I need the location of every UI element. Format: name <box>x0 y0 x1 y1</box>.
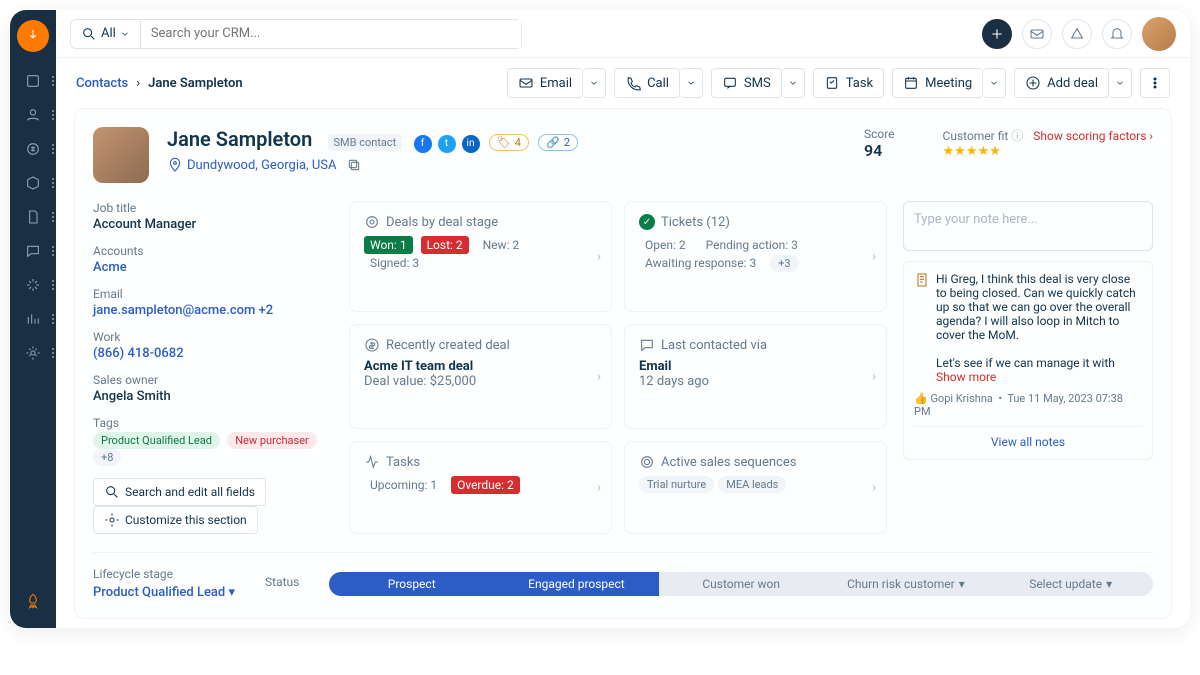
email-more[interactable]: +2 <box>259 303 274 318</box>
topbar-bell-button[interactable] <box>1102 19 1132 49</box>
global-search: All <box>70 19 522 49</box>
job-title-value: Account Manager <box>93 217 333 232</box>
link-count-chip[interactable]: 🔗 2 <box>538 134 578 151</box>
nav-rocket[interactable] <box>18 586 48 616</box>
action-more[interactable] <box>1140 68 1170 98</box>
nav-inbox[interactable] <box>18 66 48 96</box>
sequences-box[interactable]: Active sales sequences Trial nurtureMEA … <box>624 441 887 534</box>
action-call[interactable]: Call <box>614 68 680 98</box>
customize-section-button[interactable]: Customize this section <box>93 506 258 534</box>
account-link[interactable]: Acme <box>93 260 333 275</box>
action-email-dropdown[interactable] <box>583 68 606 98</box>
action-sms-dropdown[interactable] <box>782 68 805 98</box>
search-scope-label: All <box>101 26 116 41</box>
chat-icon <box>639 337 655 353</box>
topbar: All <box>56 10 1190 58</box>
facebook-icon[interactable]: f <box>414 135 432 153</box>
show-factors-link[interactable]: Show scoring factors › <box>1033 129 1153 143</box>
action-meeting[interactable]: Meeting <box>892 68 983 98</box>
activity-icon <box>364 454 380 470</box>
stage-won[interactable]: Customer won <box>659 572 824 596</box>
action-task[interactable]: Task <box>813 68 884 98</box>
sequence-icon <box>639 454 655 470</box>
email-link[interactable]: jane.sampleton@acme.com <box>93 303 255 318</box>
contact-name: Jane Sampleton <box>167 127 312 151</box>
app-logo[interactable] <box>17 20 49 52</box>
dollar-icon <box>364 337 380 353</box>
tasks-box[interactable]: Tasks Upcoming: 1Overdue: 2 › <box>349 441 612 534</box>
nav-rail <box>10 10 56 628</box>
profile-card: Jane Sampleton SMB contact f t in 🏷 4 🔗 … <box>74 108 1172 619</box>
target-icon <box>364 214 380 230</box>
search-fields-button[interactable]: Search and edit all fields <box>93 478 266 506</box>
action-meeting-dropdown[interactable] <box>983 68 1006 98</box>
owner-value: Angela Smith <box>93 389 333 404</box>
nav-docs[interactable] <box>18 202 48 232</box>
deals-stage-box[interactable]: Deals by deal stage Won: 1Lost: 2New: 2S… <box>349 201 612 312</box>
action-sms[interactable]: SMS <box>711 68 782 98</box>
score-block: Score 94 <box>864 127 895 183</box>
note-card: Hi Greg, I think this deal is very close… <box>903 261 1153 460</box>
note-icon <box>914 272 930 288</box>
tag-pill[interactable]: Product Qualified Lead <box>93 432 220 449</box>
nav-reports[interactable] <box>18 304 48 334</box>
breadcrumb-separator: › <box>136 76 140 91</box>
chevron-right-icon: › <box>597 249 601 264</box>
tag-more[interactable]: +8 <box>93 449 121 466</box>
stage-engaged[interactable]: Engaged prospect <box>494 572 659 596</box>
last-contact-box[interactable]: Last contacted via Email12 days ago › <box>624 324 887 429</box>
action-call-dropdown[interactable] <box>680 68 703 98</box>
user-avatar[interactable] <box>1142 17 1176 51</box>
location-icon <box>167 157 183 173</box>
fit-stars: ★★★★★ <box>943 144 1153 159</box>
nav-sparkle[interactable] <box>18 270 48 300</box>
breadcrumb-parent[interactable]: Contacts <box>76 76 128 91</box>
fit-block: Customer fit ⓘShow scoring factors › ★★★… <box>943 127 1153 183</box>
stage-update[interactable]: Select update▾ <box>988 572 1153 596</box>
breadcrumb-current: Jane Sampleton <box>148 76 242 91</box>
nav-settings[interactable] <box>18 338 48 368</box>
action-add-deal-dropdown[interactable] <box>1109 68 1132 98</box>
contact-avatar[interactable] <box>93 127 149 183</box>
phone-link[interactable]: (866) 418-0682 <box>93 346 333 361</box>
tickets-box[interactable]: ✓Tickets (12) Open: 2Pending action: 3Aw… <box>624 201 887 312</box>
contact-location[interactable]: Dundywood, Georgia, USA <box>167 157 846 173</box>
search-scope-button[interactable]: All <box>71 20 141 48</box>
nav-deals[interactable] <box>18 134 48 164</box>
tag-pill[interactable]: New purchaser <box>227 432 317 449</box>
stage-churn[interactable]: Churn risk customer▾ <box>824 572 989 596</box>
linkedin-icon[interactable]: in <box>462 135 480 153</box>
show-more-link[interactable]: Show more <box>936 370 996 384</box>
twitter-icon[interactable]: t <box>438 135 456 153</box>
ticket-icon: ✓ <box>639 214 655 230</box>
nav-chat[interactable] <box>18 236 48 266</box>
copy-icon[interactable] <box>346 157 362 173</box>
note-input[interactable]: Type your note here... <box>903 201 1153 251</box>
search-icon <box>81 26 97 42</box>
stage-prospect[interactable]: Prospect <box>329 572 494 596</box>
nav-contacts[interactable] <box>18 100 48 130</box>
quick-add-button[interactable] <box>982 19 1012 49</box>
action-email[interactable]: Email <box>507 68 583 98</box>
field-list: Job titleAccount Manager AccountsAcme Em… <box>93 201 333 534</box>
lifecycle-stage-select[interactable]: Product Qualified Lead ▾ <box>93 585 235 600</box>
contact-type-badge: SMB contact <box>328 134 403 151</box>
search-input[interactable] <box>141 20 521 48</box>
nav-products[interactable] <box>18 168 48 198</box>
subheader: Contacts › Jane Sampleton Email Call SMS… <box>56 58 1190 108</box>
tag-count-chip[interactable]: 🏷 4 <box>489 134 529 151</box>
topbar-mail-button[interactable] <box>1022 19 1052 49</box>
topbar-alert-button[interactable] <box>1062 19 1092 49</box>
info-icon[interactable]: ⓘ <box>1011 129 1023 143</box>
recent-deal-box[interactable]: Recently created deal Acme IT team dealD… <box>349 324 612 429</box>
status-stages: Prospect Engaged prospect Customer won C… <box>329 572 1153 596</box>
view-all-notes[interactable]: View all notes <box>914 426 1142 449</box>
chevron-down-icon <box>120 29 130 39</box>
action-add-deal[interactable]: Add deal <box>1014 68 1109 98</box>
